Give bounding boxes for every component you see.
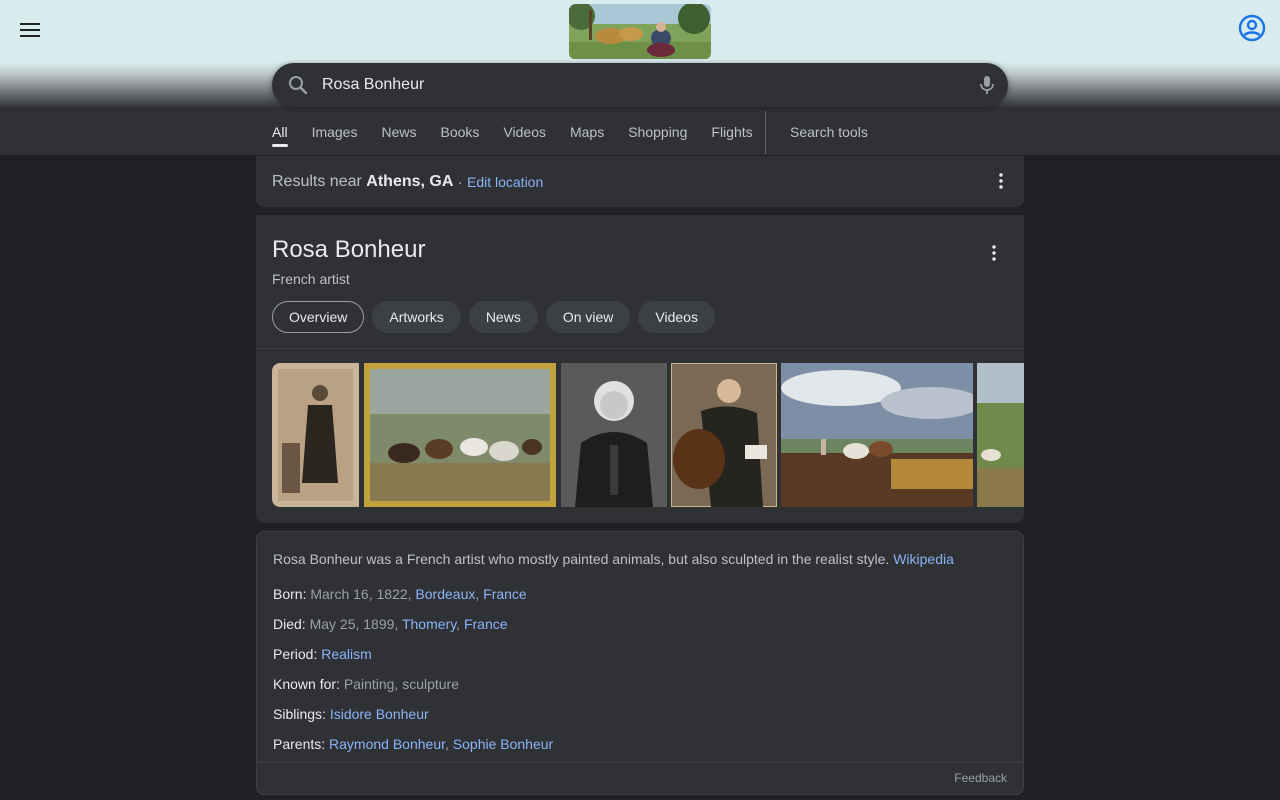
fact-label: Siblings: xyxy=(273,706,326,722)
description-text: Rosa Bonheur was a French artist who mos… xyxy=(273,551,890,567)
info-divider xyxy=(257,762,1023,763)
feedback-link[interactable]: Feedback xyxy=(954,771,1007,785)
image-gallery xyxy=(272,363,1024,507)
search-tools-button[interactable]: Search tools xyxy=(790,110,868,155)
location-separator: · xyxy=(457,173,463,190)
microphone-icon[interactable] xyxy=(975,73,999,97)
fact-value: March 16, 1822, xyxy=(310,586,412,602)
chip-videos[interactable]: Videos xyxy=(638,301,715,333)
fact-link-sophie-bonheur[interactable]: Sophie Bonheur xyxy=(453,736,553,752)
panel-title: Rosa Bonheur xyxy=(272,236,426,263)
knowledge-panel: Rosa Bonheur French artist Overview Artw… xyxy=(256,215,1024,523)
location-place: Athens, GA xyxy=(366,172,454,190)
tab-videos[interactable]: Videos xyxy=(503,110,546,155)
more-options-icon[interactable] xyxy=(989,169,1013,193)
chip-on-view[interactable]: On view xyxy=(545,301,631,333)
chip-overview[interactable]: Overview xyxy=(272,301,365,333)
doodle-logo[interactable] xyxy=(569,4,711,59)
fact-siblings: Siblings: Isidore Bonheur xyxy=(273,706,429,722)
location-prefix: Results near xyxy=(272,172,362,190)
chip-news[interactable]: News xyxy=(468,301,538,333)
tab-flights[interactable]: Flights xyxy=(711,110,752,155)
location-card: Results near Athens, GA · Edit location xyxy=(256,156,1024,207)
edit-location-link[interactable]: Edit location xyxy=(467,174,543,190)
tab-all[interactable]: All xyxy=(272,110,288,155)
info-card: Rosa Bonheur was a French artist who mos… xyxy=(256,531,1024,795)
search-icon[interactable] xyxy=(286,73,310,97)
wikipedia-link[interactable]: Wikipedia xyxy=(893,551,954,567)
tab-maps[interactable]: Maps xyxy=(570,110,604,155)
tab-divider xyxy=(765,111,766,154)
fact-known-for: Known for: Painting, sculpture xyxy=(273,676,459,692)
fact-link-france[interactable]: France xyxy=(483,586,527,602)
fact-link-isidore-bonheur[interactable]: Isidore Bonheur xyxy=(330,706,429,722)
fact-period: Period: Realism xyxy=(273,646,372,662)
search-tabs: All Images News Books Videos Maps Shoppi… xyxy=(272,110,777,155)
tab-books[interactable]: Books xyxy=(441,110,480,155)
tab-shopping[interactable]: Shopping xyxy=(628,110,687,155)
fact-label: Died: xyxy=(273,616,306,632)
fact-value: May 25, 1899, xyxy=(309,616,399,632)
search-input[interactable] xyxy=(322,63,962,107)
fact-link-france[interactable]: France xyxy=(464,616,508,632)
artist-description: Rosa Bonheur was a French artist who mos… xyxy=(273,550,1003,568)
hamburger-menu-icon[interactable] xyxy=(14,14,46,46)
tab-images[interactable]: Images xyxy=(312,110,358,155)
gallery-image-portrait-with-bull[interactable] xyxy=(671,363,777,507)
panel-more-options-icon[interactable] xyxy=(982,241,1006,265)
fact-born: Born: March 16, 1822, Bordeaux, France xyxy=(273,586,527,602)
search-box[interactable] xyxy=(272,63,1008,107)
fact-link-thomery[interactable]: Thomery xyxy=(402,616,456,632)
fact-link-raymond-bonheur[interactable]: Raymond Bonheur xyxy=(329,736,445,752)
fact-label: Parents: xyxy=(273,736,326,752)
fact-died: Died: May 25, 1899, Thomery, France xyxy=(273,616,508,632)
fact-link-realism[interactable]: Realism xyxy=(321,646,372,662)
fact-parents: Parents: Raymond Bonheur, Sophie Bonheur xyxy=(273,736,554,752)
fact-label: Period: xyxy=(273,646,318,662)
gallery-image-portrait-elderly[interactable] xyxy=(561,363,667,507)
fact-label: Known for: xyxy=(273,676,340,692)
panel-chips: Overview Artworks News On view Videos xyxy=(272,301,723,333)
fact-value: Painting, sculpture xyxy=(343,676,460,692)
panel-subtitle: French artist xyxy=(272,271,350,287)
tab-news[interactable]: News xyxy=(381,110,416,155)
gallery-image-ploughing[interactable] xyxy=(781,363,973,507)
gallery-image-landscape[interactable] xyxy=(977,363,1024,507)
account-circle-icon[interactable] xyxy=(1236,12,1268,44)
fact-link-bordeaux[interactable]: Bordeaux xyxy=(415,586,475,602)
gallery-image-horse-fair[interactable] xyxy=(364,363,556,507)
fact-label: Born: xyxy=(273,586,307,602)
panel-divider xyxy=(256,348,1024,349)
chip-artworks[interactable]: Artworks xyxy=(372,301,461,333)
gallery-image-portrait-standing[interactable] xyxy=(272,363,359,507)
